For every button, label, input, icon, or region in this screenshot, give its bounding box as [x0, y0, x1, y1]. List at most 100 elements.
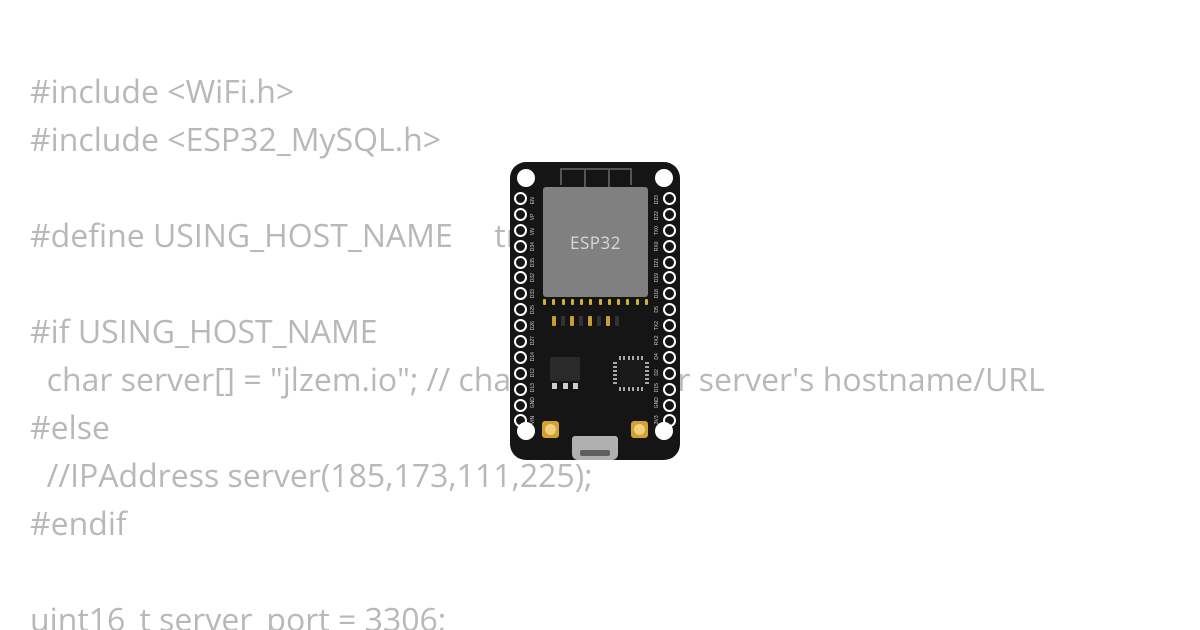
pin-icon — [514, 383, 527, 396]
pin-label: D13 — [527, 385, 540, 393]
smd-icon — [552, 316, 556, 326]
lead-icon — [645, 382, 649, 384]
pad-icon — [573, 383, 578, 389]
pin-header-left — [514, 192, 527, 427]
smd-icon — [588, 316, 592, 326]
pin-labels-left: EN VP VN D34 D35 D32 D33 D25 D26 D27 D14… — [529, 194, 537, 426]
pin-icon — [514, 240, 527, 253]
pin-icon — [663, 208, 676, 221]
pad-icon — [645, 299, 648, 305]
qfn-leads — [619, 387, 643, 391]
pin-label: D5 — [651, 306, 664, 314]
pin-icon — [514, 399, 527, 412]
pin-icon — [663, 351, 676, 364]
code-line: r server's hostname/URL — [677, 358, 1044, 401]
code-line: #else — [30, 406, 110, 449]
pad-icon — [599, 299, 602, 305]
pin-label: D15 — [651, 385, 664, 393]
lead-icon — [628, 356, 630, 360]
smd-icon — [561, 316, 565, 326]
lead-icon — [641, 356, 643, 360]
pad-icon — [552, 383, 557, 389]
lead-icon — [613, 374, 617, 376]
antenna-trace-icon — [560, 168, 632, 185]
chip-label: ESP32 — [570, 231, 621, 254]
pin-label: D14 — [527, 353, 540, 361]
lead-icon — [613, 366, 617, 368]
pin-icon — [663, 319, 676, 332]
regulator-pads — [552, 383, 578, 389]
pin-label: GND — [651, 400, 664, 408]
lead-icon — [645, 362, 649, 364]
boot-button-icon — [542, 421, 559, 438]
pin-label: D4 — [651, 353, 664, 361]
lead-icon — [645, 378, 649, 380]
pin-label: D26 — [527, 322, 540, 330]
qfn-leads — [613, 362, 617, 384]
pin-icon — [514, 192, 527, 205]
pad-icon — [617, 299, 620, 305]
pin-label: D22 — [651, 212, 664, 220]
pin-icon — [514, 351, 527, 364]
pin-label: D25 — [527, 306, 540, 314]
esp32-shield: ESP32 — [543, 187, 648, 297]
pin-icon — [663, 399, 676, 412]
lead-icon — [619, 356, 621, 360]
pin-label: D2 — [651, 369, 664, 377]
lead-icon — [645, 370, 649, 372]
lead-icon — [637, 356, 639, 360]
smd-icon — [597, 316, 601, 326]
pin-label: D33 — [527, 290, 540, 298]
smd-row — [552, 314, 642, 328]
smd-icon — [570, 316, 574, 326]
pin-label: VIN — [527, 416, 540, 424]
pin-label: D19 — [651, 275, 664, 283]
pin-icon — [514, 335, 527, 348]
pin-icon — [663, 303, 676, 316]
pin-icon — [514, 414, 527, 427]
pin-label: D18 — [651, 290, 664, 298]
pin-label: RX2 — [651, 337, 664, 345]
pad-icon — [589, 299, 592, 305]
pin-label: VP — [527, 212, 540, 220]
lead-icon — [641, 387, 643, 391]
pin-label: D34 — [527, 243, 540, 251]
smd-icon — [615, 316, 619, 326]
pin-icon — [663, 192, 676, 205]
pin-label: GND — [527, 400, 540, 408]
pad-icon — [626, 299, 629, 305]
pin-label: TX0 — [651, 228, 664, 236]
pin-label: RX0 — [651, 243, 664, 251]
pin-icon — [514, 256, 527, 269]
pin-icon — [514, 224, 527, 237]
micro-usb-icon — [572, 436, 618, 460]
lead-icon — [632, 387, 634, 391]
shield-pads-bottom — [543, 299, 648, 305]
lead-icon — [623, 387, 625, 391]
mount-hole-icon — [655, 169, 673, 187]
pin-label: D35 — [527, 259, 540, 267]
code-line: #if USING_HOST_NAME — [30, 310, 378, 353]
qfn-leads — [645, 362, 649, 384]
pin-icon — [514, 319, 527, 332]
pin-icon — [663, 224, 676, 237]
lead-icon — [613, 362, 617, 364]
pin-icon — [663, 335, 676, 348]
lead-icon — [613, 370, 617, 372]
pad-icon — [580, 299, 583, 305]
pin-icon — [514, 287, 527, 300]
pin-label: D27 — [527, 337, 540, 345]
pin-labels-right: D23 D22 TX0 RX0 D21 D19 D18 D5 TX2 RX2 D… — [653, 194, 661, 426]
lead-icon — [645, 366, 649, 368]
pin-label: EN — [527, 196, 540, 204]
pin-label: D32 — [527, 275, 540, 283]
pin-icon — [663, 240, 676, 253]
code-line: #endif — [30, 502, 127, 545]
pad-icon — [571, 299, 574, 305]
lead-icon — [645, 374, 649, 376]
pin-icon — [514, 271, 527, 284]
pin-label: D21 — [651, 259, 664, 267]
code-line: uint16_t server_port = 3306; — [30, 598, 446, 630]
canvas: #include <WiFi.h> #include <ESP32_MySQL.… — [0, 0, 1200, 630]
pad-icon — [543, 299, 546, 305]
